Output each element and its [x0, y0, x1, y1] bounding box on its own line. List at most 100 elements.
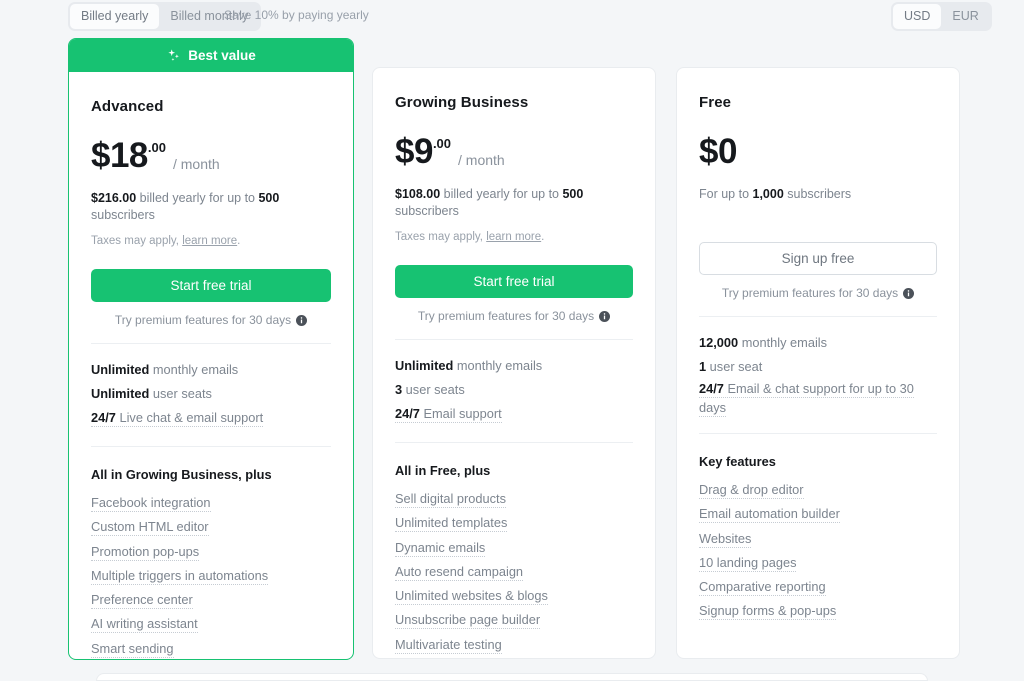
billed-text-2: subscribers — [784, 187, 851, 201]
divider — [395, 442, 633, 443]
feature-link[interactable]: Preference center — [91, 588, 331, 612]
currency-option-usd[interactable]: USD — [893, 4, 941, 29]
spec-strong: 24/7 — [91, 410, 116, 425]
start-free-trial-button[interactable]: Start free trial — [91, 269, 331, 302]
billed-quantity: 1,000 — [753, 187, 784, 201]
feature-link[interactable]: Unsubscribe page builder — [395, 608, 633, 632]
feature-link[interactable]: Sell digital products — [395, 487, 633, 511]
feature-links: Drag & drop editor Email automation buil… — [699, 478, 937, 624]
feature-link-label: Multiple triggers in automations — [91, 568, 268, 585]
feature-link[interactable]: Unlimited websites & blogs — [395, 584, 633, 608]
taxes-text: Taxes may apply, — [395, 231, 486, 243]
feature-link-label: Auto resend campaign — [395, 564, 523, 581]
billed-text-2: subscribers — [91, 208, 155, 222]
feature-link[interactable]: Promotion pop-ups — [91, 540, 331, 564]
info-icon[interactable] — [903, 288, 914, 299]
billed-summary: For up to 1,000 subscribers — [699, 186, 937, 203]
sign-up-free-button[interactable]: Sign up free — [699, 242, 937, 275]
best-value-banner: Best value — [69, 39, 353, 72]
spec-strong: 12,000 — [699, 335, 738, 350]
feature-link[interactable]: Unlimited templates — [395, 511, 633, 535]
taxes-text: Taxes may apply, — [91, 235, 182, 247]
yearly-savings-note: Save 10% by paying yearly — [224, 8, 369, 22]
spec-strong: Unlimited — [91, 362, 149, 377]
feature-link-label: Comparative reporting — [699, 579, 826, 596]
plan-card-free: Free $0 For up to 1,000 subscribers Sign… — [676, 67, 960, 659]
feature-link[interactable]: Multiple triggers in automations — [91, 564, 331, 588]
spec-rest: Email support — [420, 406, 502, 421]
feature-link[interactable]: Websites — [699, 527, 937, 551]
price-cents: .00 — [433, 137, 451, 150]
feature-link[interactable]: Auto resend campaign — [395, 560, 633, 584]
feature-link-label: Smart sending — [91, 641, 174, 658]
plan-title: Advanced — [91, 98, 331, 115]
feature-link-label: Websites — [699, 531, 751, 548]
feature-link[interactable]: Smart sending — [91, 637, 331, 660]
spec-item: 3 user seats — [395, 378, 633, 402]
feature-links: Sell digital products Unlimited template… — [395, 487, 633, 657]
plan-body-advanced: Advanced $18 .00 / month $216.00 billed … — [69, 72, 353, 660]
plan-body-growing-business: Growing Business $9 .00 / month $108.00 … — [373, 68, 655, 657]
spec-strong: 24/7 — [395, 406, 420, 421]
spec-rest: user seat — [706, 359, 762, 374]
feature-link-label: Unlimited templates — [395, 515, 507, 532]
currency-toggle[interactable]: USD EUR — [891, 2, 992, 31]
spec-strong: 24/7 — [699, 381, 724, 396]
spec-item[interactable]: 24/7 Live chat & email support — [91, 406, 331, 430]
billed-text-1: billed yearly for up to — [440, 187, 562, 201]
billing-option-yearly[interactable]: Billed yearly — [70, 4, 159, 29]
feature-link[interactable]: 10 landing pages — [699, 551, 937, 575]
plan-body-free: Free $0 For up to 1,000 subscribers Sign… — [677, 68, 959, 624]
plan-card-growing-business: Growing Business $9 .00 / month $108.00 … — [372, 67, 656, 659]
spec-rest: monthly emails — [453, 358, 542, 373]
spec-item[interactable]: 24/7 Email support — [395, 402, 633, 426]
best-value-label: Best value — [188, 48, 256, 63]
learn-more-link[interactable]: learn more — [182, 235, 237, 247]
feature-link-label: Drag & drop editor — [699, 482, 804, 499]
plan-card-advanced: Best value Advanced $18 .00 / month $216… — [68, 38, 354, 660]
taxes-note: Taxes may apply, learn more. — [395, 231, 633, 243]
feature-link-label: Email automation builder — [699, 506, 840, 523]
billed-summary: $108.00 billed yearly for up to 500 subs… — [395, 186, 633, 220]
feature-group-title: All in Free, plus — [395, 463, 633, 478]
learn-more-link[interactable]: learn more — [486, 231, 541, 243]
feature-link-label: Preference center — [91, 592, 193, 609]
spec-strong: Unlimited — [395, 358, 453, 373]
plan-specs: Unlimited monthly emails 3 user seats 24… — [395, 354, 633, 426]
pricing-page: Billed yearly Billed monthly Save 10% by… — [0, 0, 1024, 681]
info-icon[interactable] — [296, 315, 307, 326]
divider — [91, 343, 331, 344]
price-period: / month — [173, 156, 220, 172]
feature-link[interactable]: Comparative reporting — [699, 575, 937, 599]
spec-rest: user seats — [402, 382, 465, 397]
feature-link[interactable]: Dynamic emails — [395, 536, 633, 560]
billed-text-1: billed yearly for up to — [136, 191, 258, 205]
feature-link[interactable]: AI writing assistant — [91, 612, 331, 636]
feature-group-title: Key features — [699, 454, 937, 469]
feature-link-label: Unlimited websites & blogs — [395, 588, 548, 605]
billed-text-2: subscribers — [395, 204, 459, 218]
divider — [91, 446, 331, 447]
currency-option-eur[interactable]: EUR — [941, 4, 989, 29]
feature-link[interactable]: Multivariate testing — [395, 633, 633, 657]
price-amount: $9 — [395, 135, 433, 169]
spec-item[interactable]: 24/7 Email & chat support for up to 30 d… — [699, 379, 937, 417]
feature-link-label: Facebook integration — [91, 495, 211, 512]
trial-note-label: Try premium features for 30 days — [115, 313, 291, 327]
feature-link[interactable]: Facebook integration — [91, 491, 331, 515]
feature-link-label: Sell digital products — [395, 491, 506, 508]
spec-rest: Email & chat support for up to 30 days — [699, 381, 914, 415]
spec-rest: user seats — [149, 386, 212, 401]
feature-link[interactable]: Drag & drop editor — [699, 478, 937, 502]
feature-link[interactable]: Email automation builder — [699, 502, 937, 526]
plan-title: Free — [699, 94, 937, 111]
feature-link[interactable]: Custom HTML editor — [91, 515, 331, 539]
billed-summary: $216.00 billed yearly for up to 500 subs… — [91, 190, 331, 224]
info-icon[interactable] — [599, 311, 610, 322]
start-free-trial-button[interactable]: Start free trial — [395, 265, 633, 298]
feature-link-label: Custom HTML editor — [91, 519, 209, 536]
feature-link[interactable]: Signup forms & pop-ups — [699, 599, 937, 623]
plan-price: $9 .00 / month — [395, 135, 633, 169]
plan-title: Growing Business — [395, 94, 633, 111]
plan-price: $0 — [699, 135, 937, 169]
